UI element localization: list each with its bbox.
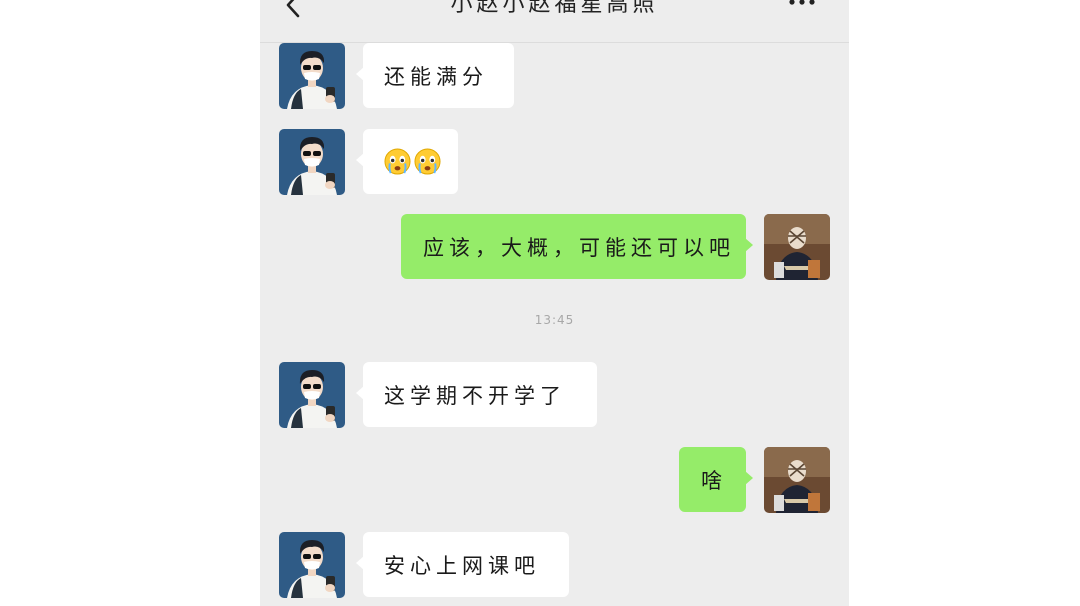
my-avatar-image (764, 214, 830, 280)
more-options-button[interactable] (785, 0, 819, 10)
message-text: 应该，大概，可能还可以吧 (423, 235, 735, 260)
message-bubble-incoming-emoji[interactable] (356, 129, 458, 194)
chat-window: 小赵小赵福星高照 还能满分 应该，大概，可能还可以吧 13:45 这学期不开学了… (260, 0, 849, 606)
message-text: 这学期不开学了 (384, 383, 566, 408)
contact-avatar[interactable] (279, 43, 345, 109)
my-avatar-image (764, 447, 830, 513)
message-bubble-incoming[interactable]: 这学期不开学了 (356, 362, 597, 427)
contact-avatar-image (279, 362, 345, 428)
message-timestamp: 13:45 (534, 313, 575, 327)
message-text: 还能满分 (384, 64, 488, 89)
message-bubble-outgoing[interactable]: 啥 (679, 447, 753, 512)
more-horizontal-icon (789, 0, 815, 5)
contact-avatar-image (279, 532, 345, 598)
message-text: 安心上网课吧 (384, 553, 540, 578)
message-text: 啥 (701, 468, 727, 493)
crying-face-emoji-icon (414, 148, 441, 175)
contact-avatar-image (279, 43, 345, 109)
contact-avatar-image (279, 129, 345, 195)
crying-face-emoji-icon (384, 148, 411, 175)
message-bubble-outgoing[interactable]: 应该，大概，可能还可以吧 (401, 214, 753, 279)
contact-avatar[interactable] (279, 129, 345, 195)
message-bubble-incoming[interactable]: 安心上网课吧 (356, 532, 569, 597)
my-avatar[interactable] (764, 214, 830, 280)
contact-avatar[interactable] (279, 532, 345, 598)
contact-avatar[interactable] (279, 362, 345, 428)
chat-title: 小赵小赵福星高照 (450, 0, 659, 17)
my-avatar[interactable] (764, 447, 830, 513)
chat-header: 小赵小赵福星高照 (260, 0, 849, 43)
message-bubble-incoming[interactable]: 还能满分 (356, 43, 514, 108)
